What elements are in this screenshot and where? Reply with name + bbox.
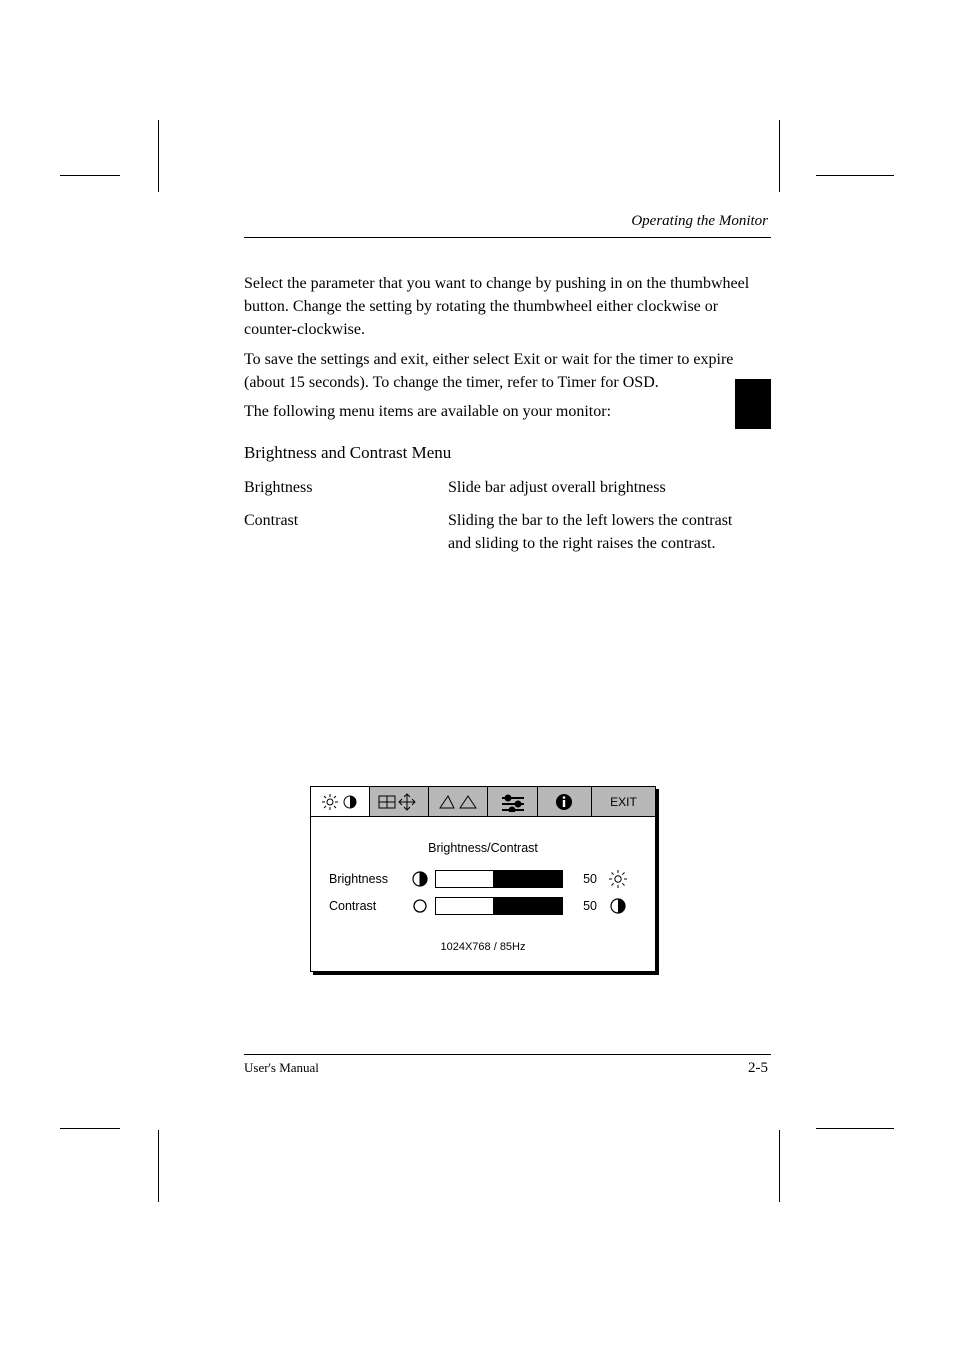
osd-tab-brightness-contrast[interactable] xyxy=(311,787,370,816)
geometry-icon xyxy=(436,792,480,812)
contrast-slider-fill xyxy=(493,898,562,914)
brightness-outline-icon xyxy=(603,869,633,889)
header-divider xyxy=(244,237,771,238)
osd-tab-info[interactable] xyxy=(538,787,592,816)
osd-tab-bar: EXIT xyxy=(311,787,655,817)
bc-contrast-desc: Sliding the bar to the left lowers the c… xyxy=(448,509,748,555)
osd-tab-geometry[interactable] xyxy=(429,787,488,816)
intro-paragraph-2: To save the settings and exit, either se… xyxy=(244,348,764,394)
bc-menu-title: Brightness and Contrast Menu xyxy=(244,441,764,466)
bc-brightness-label: Brightness xyxy=(244,476,444,499)
sliders-icon xyxy=(496,792,530,812)
osd-row-contrast: Contrast 50 xyxy=(329,897,637,915)
brightness-value: 50 xyxy=(571,872,597,886)
contrast-half-icon xyxy=(603,897,633,915)
contrast-value: 50 xyxy=(571,899,597,913)
contrast-slider[interactable] xyxy=(435,897,563,915)
info-icon xyxy=(554,792,574,812)
brightness-small-icon xyxy=(405,870,435,888)
brightness-contrast-icon xyxy=(320,792,360,812)
osd-panel: EXIT Brightness/Contrast Brightness 50 xyxy=(310,786,656,972)
bc-contrast-label: Contrast xyxy=(244,509,444,532)
body-text: Select the parameter that you want to ch… xyxy=(244,272,764,555)
footer-page-number: 2-5 xyxy=(748,1060,768,1077)
brightness-slider-fill xyxy=(493,871,562,887)
osd-title: Brightness/Contrast xyxy=(329,841,637,855)
brightness-slider[interactable] xyxy=(435,870,563,888)
osd-tab-settings[interactable] xyxy=(488,787,537,816)
bc-brightness-desc: Slide bar adjust overall brightness xyxy=(448,476,748,499)
osd-contrast-label: Contrast xyxy=(329,899,405,913)
circle-empty-icon xyxy=(405,897,435,915)
osd-exit-button[interactable]: EXIT xyxy=(592,787,655,816)
osd-resolution-footer: 1024X768 / 85Hz xyxy=(329,941,637,953)
header-breadcrumb: Operating the Monitor xyxy=(631,213,768,230)
size-position-icon xyxy=(377,792,421,812)
osd-tab-size-position[interactable] xyxy=(370,787,429,816)
intro-paragraph-1: Select the parameter that you want to ch… xyxy=(244,272,764,342)
footer-divider xyxy=(244,1054,771,1055)
osd-row-brightness: Brightness 50 xyxy=(329,869,637,889)
footer-manual-label: User's Manual xyxy=(244,1060,319,1076)
osd-brightness-label: Brightness xyxy=(329,872,405,886)
intro-paragraph-3: The following menu items are available o… xyxy=(244,400,764,423)
